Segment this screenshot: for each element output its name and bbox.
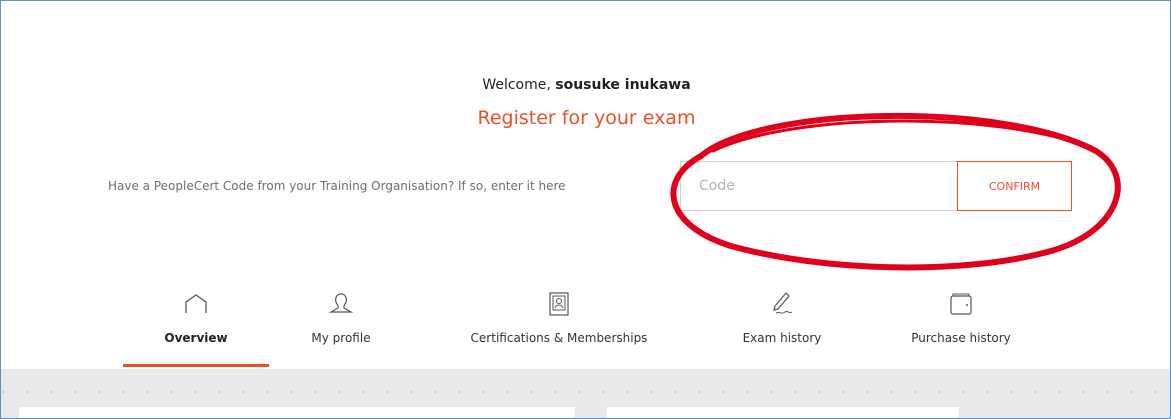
- code-prompt: Have a PeopleCert Code from your Trainin…: [108, 179, 566, 193]
- wallet-icon: [950, 293, 972, 315]
- content-card-left: [19, 407, 575, 418]
- pen-icon: [773, 292, 793, 314]
- code-input[interactable]: [681, 162, 957, 210]
- active-tab-indicator: [123, 364, 269, 367]
- tab-label-exam-history: Exam history: [742, 331, 822, 345]
- certificate-icon: [549, 292, 569, 316]
- home-icon: [185, 294, 207, 313]
- register-title: Register for your exam: [477, 107, 696, 129]
- tab-label-my-profile: My profile: [311, 331, 371, 345]
- code-form: CONFIRM: [680, 161, 1072, 211]
- content-background: [1, 369, 1170, 418]
- dotted-divider: [1, 391, 1170, 393]
- tab-bar: Overview My profile Certifications & Mem…: [1, 285, 1170, 369]
- tab-label-certifications-memberships: Certifications & Memberships: [470, 331, 648, 345]
- tab-my-profile[interactable]: My profile: [286, 285, 396, 369]
- tab-label-overview: Overview: [164, 331, 228, 345]
- user-name: sousuke inukawa: [555, 77, 691, 93]
- user-icon: [328, 293, 354, 313]
- page-frame: Welcome, sousuke inukawa Register for yo…: [0, 0, 1171, 419]
- tab-purchase-history[interactable]: Purchase history: [889, 285, 1033, 369]
- confirm-button[interactable]: CONFIRM: [957, 161, 1072, 211]
- content-card-right: [607, 407, 959, 418]
- tab-exam-history[interactable]: Exam history: [723, 285, 841, 369]
- welcome-prefix: Welcome,: [482, 77, 551, 93]
- tab-certifications-memberships[interactable]: Certifications & Memberships: [443, 285, 675, 369]
- welcome-message: Welcome, sousuke inukawa: [1, 77, 1170, 93]
- tab-overview[interactable]: Overview: [123, 285, 269, 369]
- tab-label-purchase-history: Purchase history: [911, 331, 1011, 345]
